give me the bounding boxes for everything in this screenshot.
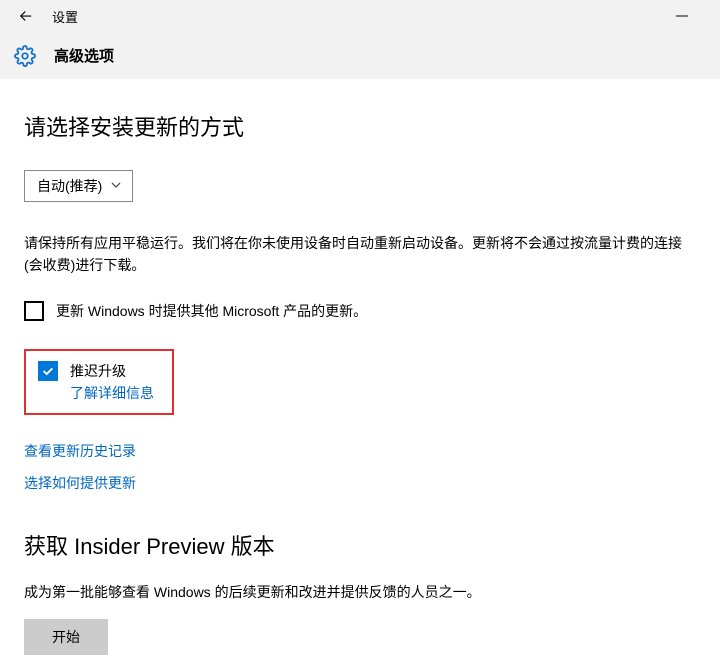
section-heading-insider: 获取 Insider Preview 版本 (24, 529, 696, 561)
minimize-button[interactable] (664, 0, 700, 32)
defer-upgrade-label: 推迟升级 (70, 361, 126, 381)
checkbox-checked-icon (38, 361, 58, 381)
gear-icon (14, 45, 36, 67)
chevron-down-icon (110, 179, 122, 194)
arrow-left-icon (17, 7, 35, 25)
checkbox-defer-upgrade[interactable]: 推迟升级 (38, 361, 160, 381)
dropdown-value: 自动(推荐) (37, 176, 102, 196)
minimize-icon (676, 10, 688, 22)
checkbox-unchecked-icon (24, 301, 44, 321)
defer-upgrade-highlight: 推迟升级 了解详细信息 (24, 349, 174, 415)
learn-more-link[interactable]: 了解详细信息 (70, 383, 160, 403)
page-title: 高级选项 (54, 45, 114, 66)
update-mode-dropdown[interactable]: 自动(推荐) (24, 170, 133, 202)
choose-delivery-link[interactable]: 选择如何提供更新 (24, 473, 696, 493)
insider-start-button[interactable]: 开始 (24, 619, 108, 655)
insider-description: 成为第一批能够查看 Windows 的后续更新和改进并提供反馈的人员之一。 (24, 581, 696, 603)
checkbox-other-label: 更新 Windows 时提供其他 Microsoft 产品的更新。 (56, 301, 367, 321)
section-heading-update-method: 请选择安装更新的方式 (24, 110, 696, 142)
checkbox-other-ms-products[interactable]: 更新 Windows 时提供其他 Microsoft 产品的更新。 (24, 301, 696, 321)
title-bar: 设置 (0, 0, 720, 32)
content: 请选择安装更新的方式 自动(推荐) 请保持所有应用平稳运行。我们将在你未使用设备… (0, 80, 720, 655)
view-history-link[interactable]: 查看更新历史记录 (24, 441, 696, 461)
window-title: 设置 (52, 7, 78, 26)
subheader: 高级选项 (0, 32, 720, 80)
back-button[interactable] (10, 0, 42, 32)
update-description: 请保持所有应用平稳运行。我们将在你未使用设备时自动重新启动设备。更新将不会通过按… (24, 232, 696, 277)
